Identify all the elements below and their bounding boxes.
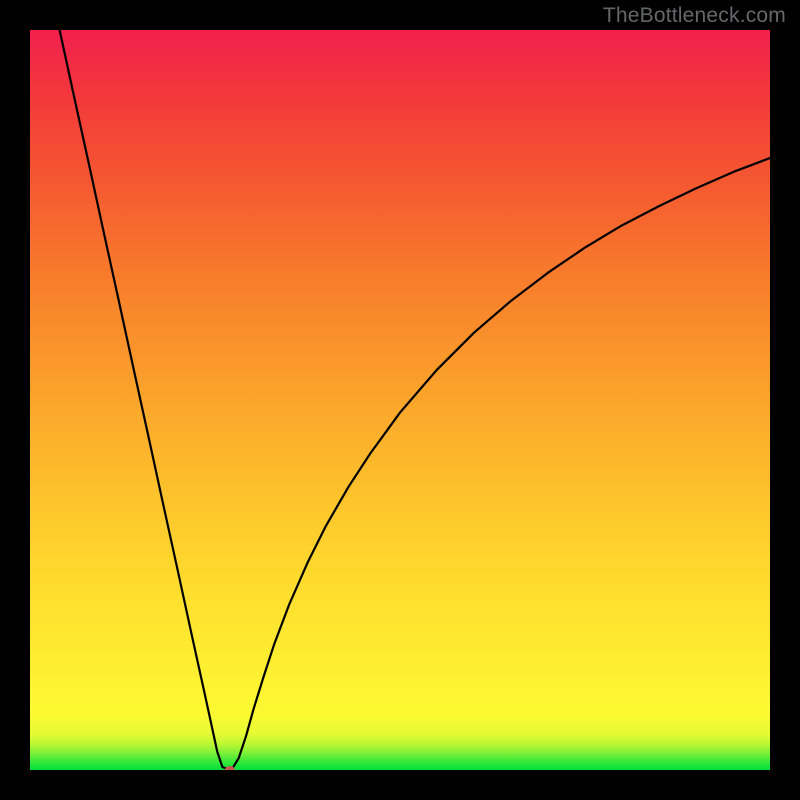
chart-svg xyxy=(30,30,770,770)
bottleneck-curve xyxy=(60,30,770,769)
watermark-text: TheBottleneck.com xyxy=(603,4,786,28)
chart-frame: TheBottleneck.com xyxy=(0,0,800,800)
plot-area xyxy=(30,30,770,770)
